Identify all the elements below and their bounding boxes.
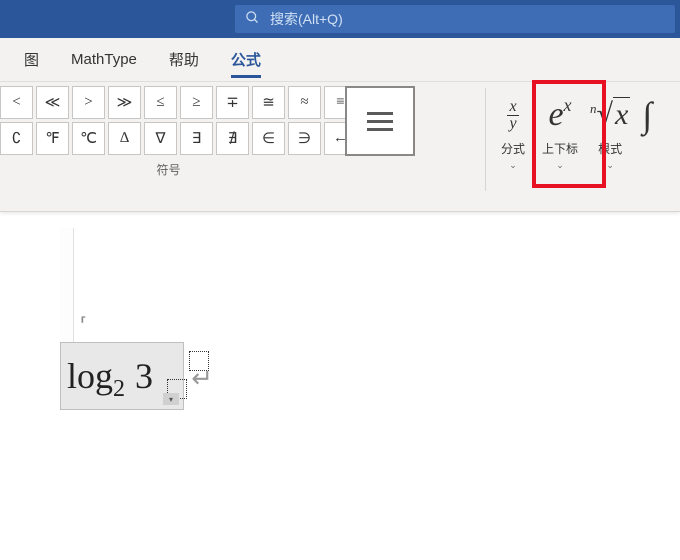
symbols-group: < ≪ > ≫ ≤ ≥ ∓ ≅ ≈ ≡ ∁ ℉ ℃ ∆ ∇ ∃ ∄ ∈ ∋ bbox=[0, 82, 365, 211]
search-placeholder: 搜索(Alt+Q) bbox=[270, 9, 343, 29]
tab-mathtype[interactable]: MathType bbox=[55, 38, 153, 82]
symbol-ni[interactable]: ∋ bbox=[288, 122, 321, 155]
tab-view[interactable]: 图 bbox=[8, 38, 55, 82]
script-icon: ex bbox=[548, 92, 571, 138]
symbol-in[interactable]: ∈ bbox=[252, 122, 285, 155]
symbol-mp[interactable]: ∓ bbox=[216, 86, 249, 119]
symbol-celsius[interactable]: ℃ bbox=[72, 122, 105, 155]
radical-icon: n√x bbox=[590, 92, 630, 138]
symbol-grid: < ≪ > ≫ ≤ ≥ ∓ ≅ ≈ ≡ ∁ ℉ ℃ ∆ ∇ ∃ ∄ ∈ ∋ bbox=[0, 86, 357, 155]
tab-equation[interactable]: 公式 bbox=[215, 38, 277, 82]
document-area[interactable]: ⸢ log23 ▾ ↵ bbox=[0, 212, 680, 410]
symbol-not-exists[interactable]: ∄ bbox=[216, 122, 249, 155]
chevron-down-icon: ⌄ bbox=[556, 160, 564, 171]
equation-dropdown-handle[interactable]: ▾ bbox=[163, 393, 179, 405]
symbol-gt[interactable]: > bbox=[72, 86, 105, 119]
paragraph-mark-icon: ↵ bbox=[191, 363, 213, 394]
hamburger-icon bbox=[367, 112, 393, 131]
tab-help[interactable]: 帮助 bbox=[153, 38, 215, 82]
structure-script-button[interactable]: ex 上下标 ⌄ bbox=[536, 88, 584, 209]
tab-marker-icon: ⸢ bbox=[80, 314, 87, 335]
structure-radical-button[interactable]: n√x 根式 ⌄ bbox=[584, 88, 636, 209]
chevron-down-icon: ⌄ bbox=[509, 160, 517, 171]
script-label: 上下标 bbox=[542, 140, 578, 157]
symbol-delta[interactable]: ∆ bbox=[108, 122, 141, 155]
equation-content[interactable]: log23 bbox=[67, 355, 153, 397]
symbol-approx[interactable]: ≈ bbox=[288, 86, 321, 119]
overflow-menu-button[interactable] bbox=[345, 86, 415, 156]
equation-subscript: 2 bbox=[113, 376, 125, 403]
search-box[interactable]: 搜索(Alt+Q) bbox=[235, 5, 675, 33]
title-bar: 搜索(Alt+Q) bbox=[0, 0, 680, 38]
chevron-down-icon: ⌄ bbox=[606, 160, 614, 171]
radical-label: 根式 bbox=[598, 140, 622, 157]
symbols-group-label: 符号 bbox=[0, 161, 357, 178]
symbol-much-gt[interactable]: ≫ bbox=[108, 86, 141, 119]
fraction-label: 分式 bbox=[501, 140, 525, 157]
search-icon bbox=[245, 10, 260, 29]
equation-container: ⸢ log23 ▾ ↵ bbox=[60, 342, 680, 410]
equation-box[interactable]: log23 ▾ ↵ bbox=[60, 342, 184, 410]
symbol-lt[interactable]: < bbox=[0, 86, 33, 119]
fraction-icon: xy bbox=[507, 92, 518, 138]
symbol-exists[interactable]: ∃ bbox=[180, 122, 213, 155]
symbol-ge[interactable]: ≥ bbox=[180, 86, 213, 119]
symbol-fahrenheit[interactable]: ℉ bbox=[36, 122, 69, 155]
symbol-nabla[interactable]: ∇ bbox=[144, 122, 177, 155]
symbol-le[interactable]: ≤ bbox=[144, 86, 177, 119]
symbol-much-lt[interactable]: ≪ bbox=[36, 86, 69, 119]
symbol-cong[interactable]: ≅ bbox=[252, 86, 285, 119]
equation-log: log bbox=[67, 355, 113, 397]
ribbon: < ≪ > ≫ ≤ ≥ ∓ ≅ ≈ ≡ ∁ ℉ ℃ ∆ ∇ ∃ ∄ ∈ ∋ bbox=[0, 82, 680, 212]
structure-integral-button[interactable]: ∫ bbox=[636, 88, 658, 209]
ribbon-tabs: 图 MathType 帮助 公式 bbox=[0, 38, 680, 82]
structures-group: xy 分式 ⌄ ex 上下标 ⌄ n√x 根式 ⌄ ∫ bbox=[486, 82, 662, 211]
symbol-complement[interactable]: ∁ bbox=[0, 122, 33, 155]
equation-arg: 3 bbox=[135, 355, 153, 397]
integral-icon: ∫ bbox=[642, 92, 652, 138]
structure-fraction-button[interactable]: xy 分式 ⌄ bbox=[490, 88, 536, 209]
